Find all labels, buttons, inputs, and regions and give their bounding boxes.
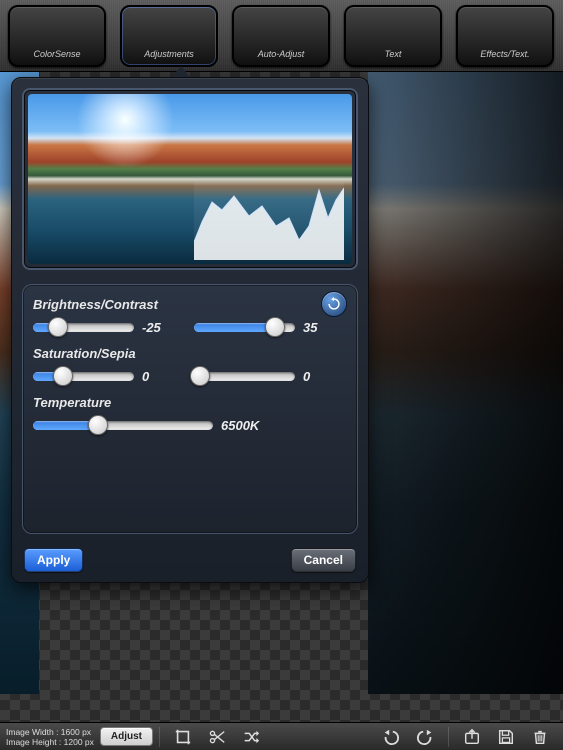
toolbar-label: Effects/Text. — [480, 49, 529, 59]
toolbar-colorsense[interactable]: ColorSense — [8, 5, 106, 67]
share-icon[interactable] — [458, 727, 486, 747]
toolbar-label: Auto-Adjust — [258, 49, 305, 59]
shuffle-icon[interactable] — [237, 727, 265, 747]
brightness-contrast-label: Brightness/Contrast — [33, 297, 347, 312]
separator — [159, 727, 160, 747]
adjustment-controls: Brightness/Contrast -25 35 Saturation/Se… — [22, 284, 358, 534]
image-dimensions: Image Width : 1600 px Image Height : 120… — [6, 727, 94, 747]
sepia-value: 0 — [303, 369, 347, 384]
toolbar-text[interactable]: Abc Text — [344, 5, 442, 67]
cancel-button[interactable]: Cancel — [291, 548, 356, 572]
temperature-slider[interactable] — [33, 416, 213, 434]
toolbar-label: ColorSense — [33, 49, 80, 59]
redo-icon[interactable] — [411, 727, 439, 747]
histogram — [194, 182, 344, 260]
reset-button[interactable] — [321, 291, 347, 317]
separator — [448, 727, 449, 747]
contrast-slider[interactable] — [194, 318, 295, 336]
toolbar-label: Adjustments — [144, 49, 194, 59]
toolbar-label: Text — [385, 49, 402, 59]
undo-icon[interactable] — [377, 727, 405, 747]
adjust-button[interactable]: Adjust — [100, 727, 153, 746]
saturation-slider[interactable] — [33, 367, 134, 385]
temperature-label: Temperature — [33, 395, 347, 410]
saturation-sepia-label: Saturation/Sepia — [33, 346, 347, 361]
toolbar-adjustments[interactable]: Adjustments — [120, 5, 218, 67]
contrast-value: 35 — [303, 320, 347, 335]
sepia-slider[interactable] — [194, 367, 295, 385]
save-icon[interactable] — [492, 727, 520, 747]
status-bar: Image Width : 1600 px Image Height : 120… — [0, 722, 563, 750]
brightness-slider[interactable] — [33, 318, 134, 336]
crop-icon[interactable] — [169, 727, 197, 747]
temperature-value: 6500K — [221, 418, 281, 433]
preview-frame — [22, 88, 358, 270]
adjustments-popup: Brightness/Contrast -25 35 Saturation/Se… — [11, 77, 369, 583]
apply-button[interactable]: Apply — [24, 548, 83, 572]
brightness-value: -25 — [142, 320, 186, 335]
saturation-value: 0 — [142, 369, 186, 384]
canvas-photo-right — [368, 72, 563, 694]
popup-actions: Apply Cancel — [22, 542, 358, 572]
toolbar-effects[interactable]: Fx Effects/Text. — [456, 5, 554, 67]
top-toolbar: ColorSense Adjustments Auto-Adjust Abc — [0, 0, 563, 72]
scissors-icon[interactable] — [203, 727, 231, 747]
toolbar-auto-adjust[interactable]: Auto-Adjust — [232, 5, 330, 67]
popup-arrow — [172, 66, 190, 77]
trash-icon[interactable] — [526, 727, 554, 747]
